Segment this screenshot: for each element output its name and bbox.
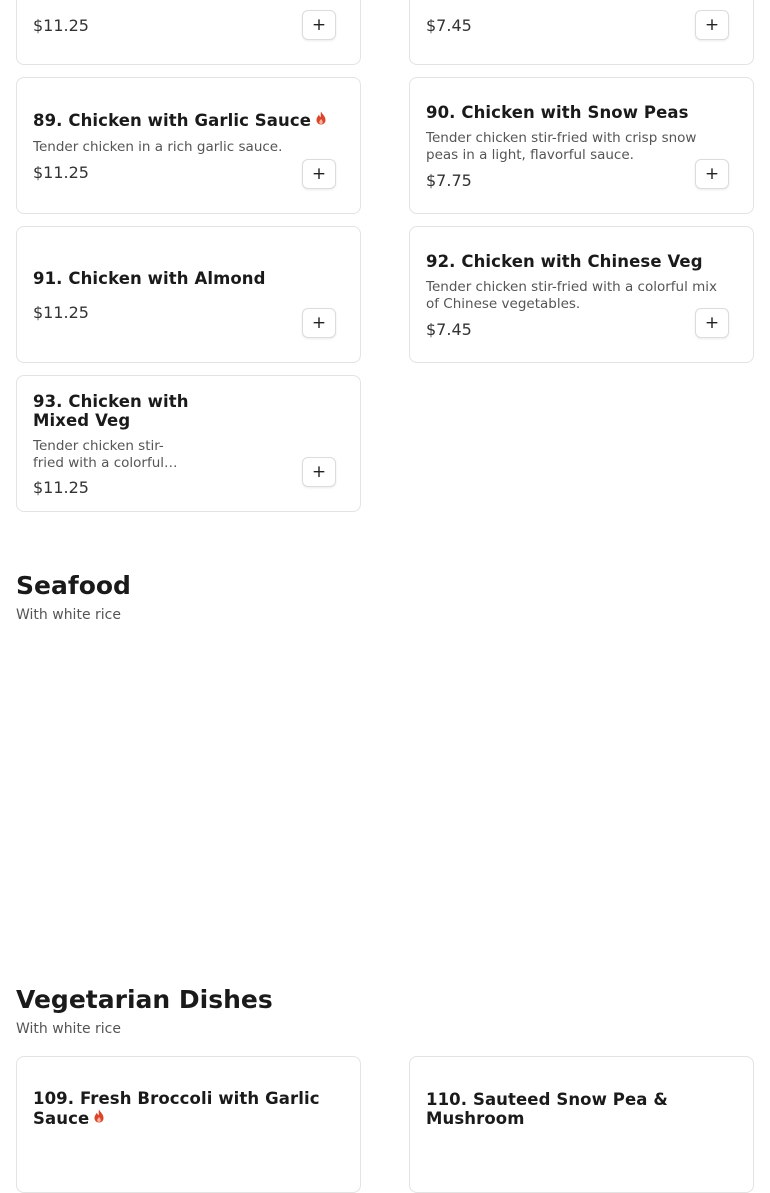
section-subtitle-vegetarian: With white rice (16, 1021, 121, 1037)
menu-item-card-109[interactable]: 109. Fresh Broccoli with Garlic Sauce (16, 1056, 361, 1193)
item-description: Tender chicken stir-fried with a colorfu… (426, 279, 718, 312)
menu-item-card-93[interactable]: 93. Chicken with Mixed Veg Tender chicke… (16, 375, 361, 512)
menu-item-card: $7.45 + (409, 0, 754, 65)
item-name: 92. Chicken with Chinese Veg (426, 252, 703, 271)
item-price: $7.45 (426, 320, 472, 339)
item-price: $11.25 (33, 303, 89, 322)
section-title-vegetarian: Vegetarian Dishes (16, 985, 273, 1014)
spicy-flame-icon (315, 110, 327, 129)
add-to-cart-button[interactable]: + (695, 159, 729, 189)
add-to-cart-button[interactable]: + (695, 308, 729, 338)
add-to-cart-button[interactable]: + (695, 10, 729, 40)
add-to-cart-button[interactable]: + (302, 159, 336, 189)
item-price: $7.45 (426, 16, 472, 35)
item-name: 93. Chicken with Mixed Veg (33, 392, 189, 430)
item-price: $11.25 (33, 478, 89, 497)
item-description: Tender chicken stir-fried with a colorfu… (33, 438, 178, 471)
item-name: 91. Chicken with Almond (33, 269, 266, 288)
item-name: 89. Chicken with Garlic Sauce (33, 110, 327, 130)
section-title-seafood: Seafood (16, 571, 131, 600)
section-subtitle-seafood: With white rice (16, 607, 121, 623)
spicy-flame-icon (93, 1108, 105, 1127)
menu-item-card-92[interactable]: 92. Chicken with Chinese Veg Tender chic… (409, 226, 754, 363)
menu-item-card-90[interactable]: 90. Chicken with Snow Peas Tender chicke… (409, 77, 754, 214)
add-to-cart-button[interactable]: + (302, 457, 336, 487)
item-price: $7.75 (426, 171, 472, 190)
add-to-cart-button[interactable]: + (302, 10, 336, 40)
menu-item-card-110[interactable]: 110. Sauteed Snow Pea & Mushroom (409, 1056, 754, 1193)
menu-item-card-91[interactable]: 91. Chicken with Almond $11.25 + (16, 226, 361, 363)
item-price: $11.25 (33, 16, 89, 35)
item-price: $11.25 (33, 163, 89, 182)
item-description: Tender chicken in a rich garlic sauce. (33, 139, 283, 155)
add-to-cart-button[interactable]: + (302, 308, 336, 338)
menu-item-card-89[interactable]: 89. Chicken with Garlic Sauce Tender chi… (16, 77, 361, 214)
item-name: 110. Sauteed Snow Pea & Mushroom (426, 1090, 668, 1128)
item-description: Tender chicken stir-fried with crisp sno… (426, 130, 697, 163)
menu-item-card: $11.25 + (16, 0, 361, 65)
item-name: 109. Fresh Broccoli with Garlic Sauce (33, 1089, 320, 1128)
item-name: 90. Chicken with Snow Peas (426, 103, 689, 122)
